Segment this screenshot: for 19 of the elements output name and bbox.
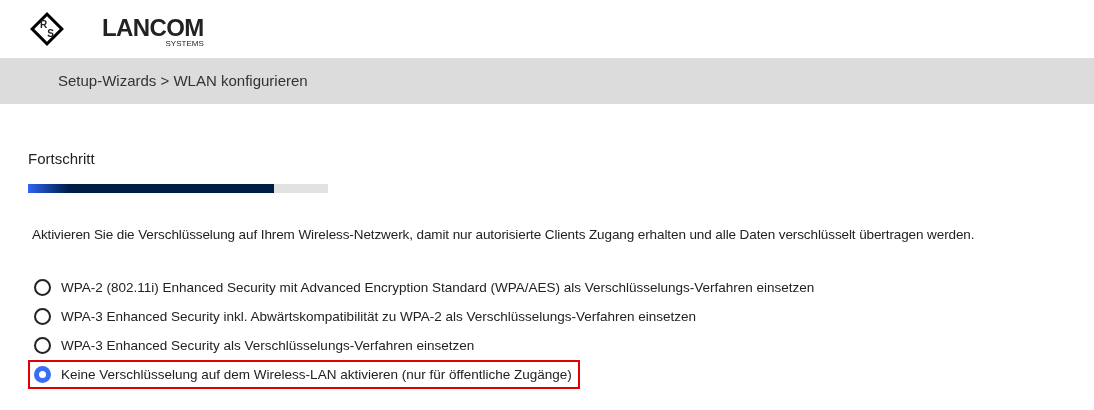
option-label: WPA-3 Enhanced Security inkl. Abwärtskompatibilität zu WPA-2 als Verschlüsselungs-Verfahren einsetzen (61, 307, 697, 326)
radio-option[interactable]: WPA-3 Enhanced Security inkl. Abwärtskompatibilität zu WPA-2 als Verschlüsselungs-Verfahren einsetzen (28, 302, 705, 332)
breadcrumb: Setup-Wizards > WLAN konfigurieren (58, 70, 308, 91)
radio-option[interactable]: Keine Verschlüsselung auf dem Wireless-LAN aktivieren (nur für öffentliche Zugänge) (28, 360, 580, 390)
radio-button[interactable] (34, 308, 51, 326)
emblem-letter: S (47, 29, 54, 38)
progress-label: Fortschritt (28, 150, 96, 168)
radio-option[interactable]: WPA-3 Enhanced Security als Verschlüsselungs-Verfahren einsetzen (28, 331, 483, 361)
option-label: WPA-3 Enhanced Security als Verschlüsselungs-Verfahren einsetzen (61, 336, 475, 355)
radio-button[interactable] (34, 366, 51, 384)
option-label: Keine Verschlüsselung auf dem Wireless-LAN aktivieren (nur für öffentliche Zugänge) (61, 365, 572, 384)
radio-button[interactable] (34, 279, 51, 297)
emblem-letter: R (40, 20, 48, 29)
radio-button[interactable] (34, 337, 51, 355)
logo-subtitle: SYSTEMS (165, 38, 204, 48)
option-label: WPA-2 (802.11i) Enhanced Security mit Advanced Encryption Standard (WPA/AES) als Verschlüsselungs-Verfahren einsetzen (61, 278, 815, 297)
logo-wordmark: LANCOM (102, 16, 204, 39)
radio-option[interactable]: WPA-2 (802.11i) Enhanced Security mit Advanced Encryption Standard (WPA/AES) als Verschlüsselungs-Verfahren einsetzen (28, 273, 823, 303)
description: Aktivieren Sie die Verschlüsselung auf Ihrem Wireless-Netzwerk, damit nur autorisierte Clients Zugang erhalten und alle Daten verschlüsselt übertragen werden. (31, 226, 976, 244)
